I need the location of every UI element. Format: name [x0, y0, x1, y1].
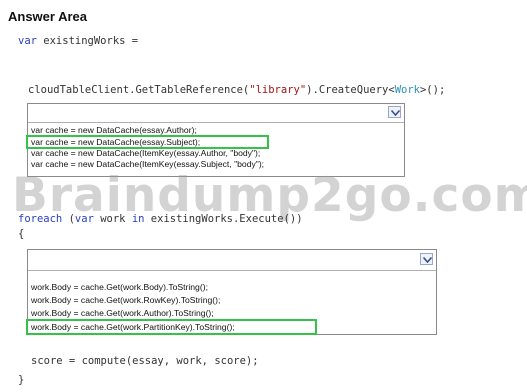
- code-text: existingWorks.Execute()): [144, 213, 303, 225]
- work-body-dropdown[interactable]: work.Body = cache.Get(work.Body).ToStrin…: [26, 249, 437, 335]
- work-body-option[interactable]: work.Body = cache.Get(work.Body).ToStrin…: [28, 281, 436, 294]
- code-brace-close: }: [18, 374, 25, 386]
- code-text: >();: [419, 84, 446, 96]
- code-text: (: [62, 213, 75, 225]
- code-text: existingWorks =: [36, 35, 139, 47]
- cache-option-selected-answer[interactable]: var cache = new DataCache(essay.Subject)…: [26, 134, 269, 149]
- code-keyword: var: [18, 35, 37, 47]
- code-type: Work: [394, 84, 420, 96]
- chevron-down-icon: [391, 110, 400, 116]
- chevron-down-icon: [423, 257, 432, 263]
- code-keyword: in: [131, 213, 145, 225]
- code-brace-open: {: [18, 228, 25, 240]
- work-body-option[interactable]: work.Body = cache.Get(work.Author).ToStr…: [28, 307, 436, 319]
- cache-option[interactable]: var cache = new DataCache(ItemKey(essay.…: [28, 148, 404, 159]
- answer-area-title: Answer Area: [8, 9, 87, 24]
- cache-dropdown[interactable]: var cache = new DataCache(essay.Author);…: [26, 103, 405, 177]
- code-line-score: score = compute(essay, work, score);: [31, 355, 259, 367]
- code-line-existing-works: var existingWorks =: [18, 35, 138, 47]
- code-text: work: [93, 213, 132, 225]
- work-body-option[interactable]: work.Body = cache.Get(work.RowKey).ToStr…: [28, 294, 436, 307]
- code-line-create-query: cloudTableClient.GetTableReference("libr…: [28, 84, 445, 96]
- cache-dropdown-selected[interactable]: [28, 104, 404, 123]
- code-line-foreach: foreach (var work in existingWorks.Execu…: [18, 213, 303, 225]
- dropdown-arrow-button[interactable]: [388, 106, 401, 118]
- code-keyword: foreach: [18, 213, 63, 225]
- code-keyword: var: [74, 213, 94, 225]
- code-text: ).CreateQuery<: [306, 84, 395, 96]
- code-string: "library": [249, 84, 307, 96]
- work-body-dropdown-selected[interactable]: [28, 250, 436, 271]
- code-text: cloudTableClient.GetTableReference(: [28, 84, 250, 96]
- cache-option[interactable]: var cache = new DataCache(essay.Author);: [28, 125, 404, 136]
- work-body-option-selected-answer[interactable]: work.Body = cache.Get(work.PartitionKey)…: [26, 319, 317, 335]
- dropdown-arrow-button[interactable]: [420, 253, 433, 265]
